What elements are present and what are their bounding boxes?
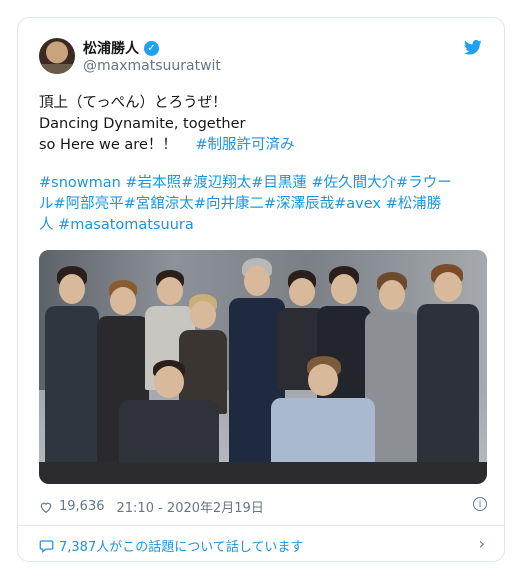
tweet-line-3-text: so Here we are！！ <box>39 137 177 153</box>
tweet-meta: 19,636 21:10 - 2020年2月19日 i <box>39 497 487 516</box>
conversation-link[interactable]: 7,387人がこの話題について話しています › <box>39 534 487 555</box>
tweet-text: 頂上（てっぺん）とろうぜ！ Dancing Dynamite, together… <box>39 93 489 236</box>
avatar[interactable] <box>39 38 75 74</box>
tweet-line-3: so Here we are！！ #制服許可済み <box>39 135 489 156</box>
info-icon[interactable]: i <box>473 497 487 511</box>
divider <box>18 525 504 526</box>
tweet-card: 松浦勝人 ✓ @maxmatsuuratwit 頂上（てっぺん）とろうぜ！ Da… <box>17 17 505 562</box>
timestamp[interactable]: 21:10 - 2020年2月19日 <box>117 497 264 516</box>
author-name-row[interactable]: 松浦勝人 ✓ <box>83 38 159 58</box>
tweet-photo[interactable] <box>39 250 487 484</box>
photo-table <box>39 462 487 484</box>
photo-person <box>417 264 479 470</box>
author-display-name[interactable]: 松浦勝人 <box>83 38 139 58</box>
conversation-text[interactable]: 7,387人がこの話題について話しています <box>59 536 303 555</box>
hashtag-line-2[interactable]: ル#阿部亮平#宮舘涼太#向井康二#深澤辰哉#avex #松浦勝 <box>39 194 489 215</box>
photo-person <box>45 266 99 476</box>
author-handle[interactable]: @maxmatsuuratwit <box>83 58 221 74</box>
tweet-line-1: 頂上（てっぺん）とろうぜ！ <box>39 95 227 111</box>
like-count[interactable]: 19,636 <box>59 499 105 514</box>
hashtag-link[interactable]: #制服許可済み <box>195 137 294 153</box>
hashtag-line-3[interactable]: 人 #masatomatsuura <box>39 215 489 236</box>
speech-bubble-icon <box>39 539 54 553</box>
chevron-right-icon[interactable]: › <box>479 534 485 553</box>
tweet-line-2: Dancing Dynamite, together <box>39 116 246 132</box>
twitter-bird-icon[interactable] <box>464 40 482 55</box>
heart-icon[interactable] <box>39 500 53 514</box>
hashtag-line-1[interactable]: #snowman #岩本照#渡辺翔太#目黒蓮 #佐久間大介#ラウー <box>39 173 489 194</box>
verified-badge-icon: ✓ <box>144 40 159 56</box>
